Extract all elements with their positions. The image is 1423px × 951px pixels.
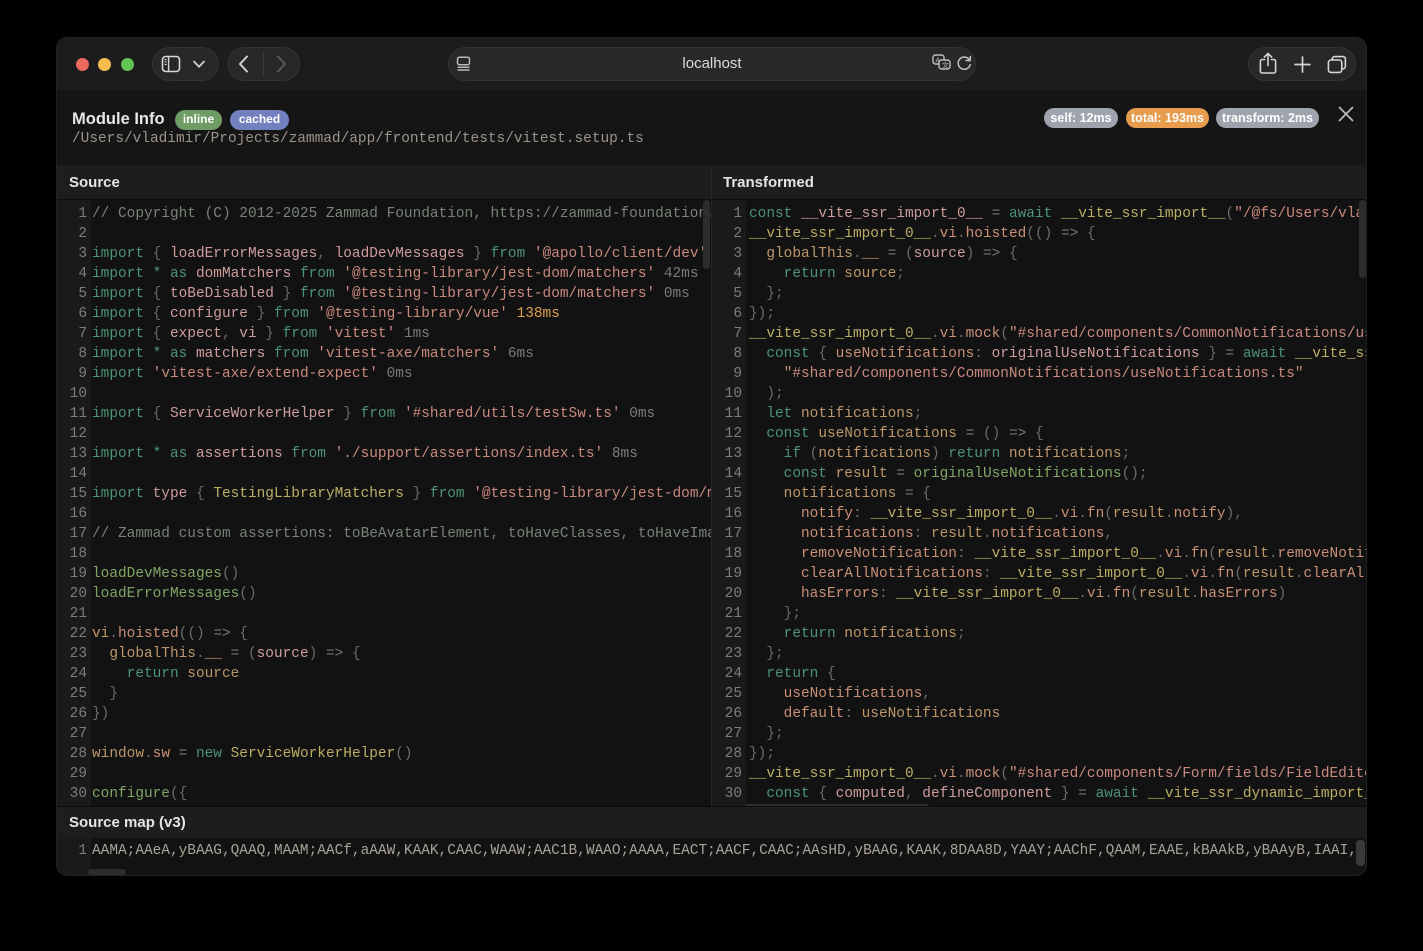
svg-text:文: 文: [942, 60, 949, 69]
svg-text:A: A: [935, 56, 940, 65]
